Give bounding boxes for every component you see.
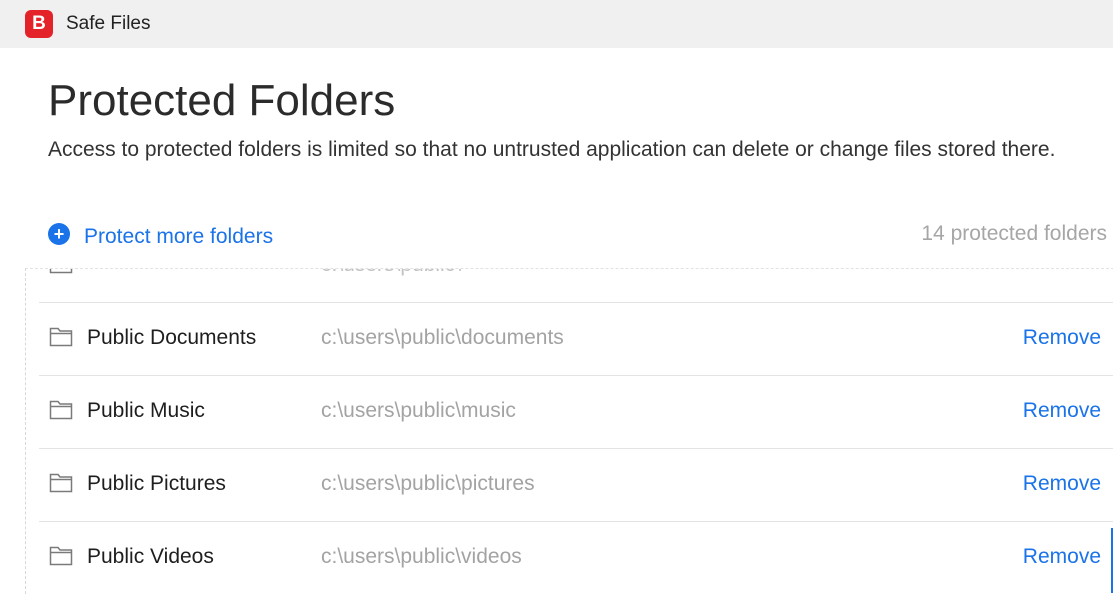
folder-icon <box>49 269 73 274</box>
list-item: Public Documents c:\users\public\documen… <box>39 302 1113 376</box>
protect-more-folders-label: Protect more folders <box>84 225 274 248</box>
remove-button[interactable]: Remove <box>1023 472 1101 496</box>
protected-folders-count: 14 protected folders <box>921 222 1107 245</box>
list-item: c:\users\public\ <box>39 269 1113 303</box>
remove-button[interactable]: Remove <box>1023 399 1101 423</box>
plus-circle-icon: + <box>48 223 70 245</box>
protect-more-folders-button[interactable]: + Protect more folders <box>48 222 274 248</box>
folder-name: Public Pictures <box>87 472 226 495</box>
remove-button[interactable]: Remove <box>1023 326 1101 350</box>
folder-icon <box>49 400 73 420</box>
app-title: Safe Files <box>66 13 151 34</box>
folder-icon <box>49 327 73 347</box>
folder-name: Public Documents <box>87 326 257 349</box>
bitdefender-logo-icon: B <box>25 10 53 38</box>
folder-icon <box>49 473 73 493</box>
page-title: Protected Folders <box>48 76 396 125</box>
folder-path: c:\users\public\music <box>321 399 516 422</box>
folder-name: Public Videos <box>87 545 214 568</box>
list-item: Public Pictures c:\users\public\pictures… <box>39 448 1113 522</box>
folder-path: c:\users\public\pictures <box>321 472 535 495</box>
folder-icon <box>49 546 73 566</box>
list-item: Public Music c:\users\public\music Remov… <box>39 375 1113 449</box>
folder-name: Public Music <box>87 399 205 422</box>
remove-button[interactable]: Remove <box>1023 545 1101 569</box>
folder-path: c:\users\public\ <box>321 269 461 277</box>
folder-path: c:\users\public\videos <box>321 545 522 568</box>
list-item: Public Videos c:\users\public\videos Rem… <box>39 521 1113 594</box>
title-bar: B Safe Files <box>0 0 1113 48</box>
protected-folders-list[interactable]: c:\users\public\ Public Documents c:\use… <box>25 268 1113 594</box>
page-description: Access to protected folders is limited s… <box>48 138 1056 161</box>
folder-path: c:\users\public\documents <box>321 326 564 349</box>
